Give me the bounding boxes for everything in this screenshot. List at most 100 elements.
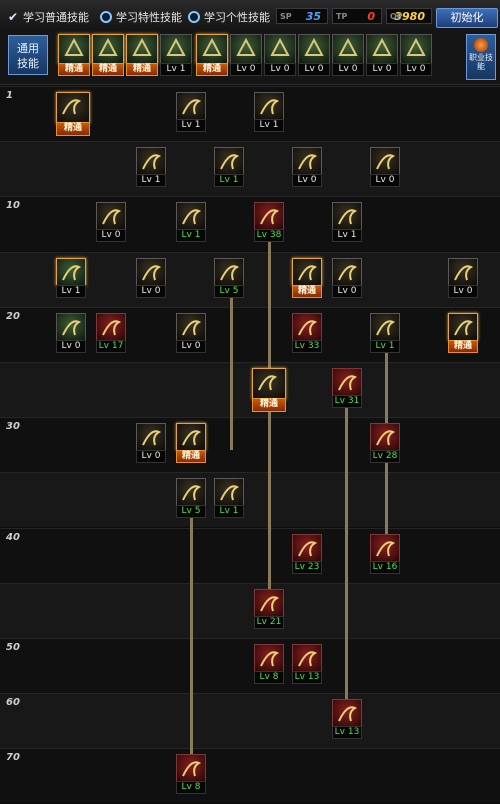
skill-node[interactable]: Lv 31	[332, 368, 362, 412]
skill-node[interactable]: Lv 0	[56, 312, 86, 357]
skill-level-tag: Lv 21	[254, 615, 284, 629]
skill-icon	[292, 533, 322, 562]
hotbar-skill-slot[interactable]: 精通	[92, 34, 124, 78]
prerequisite-line	[345, 392, 348, 727]
hotbar-skill-slot[interactable]: 精通	[58, 34, 90, 78]
hotbar-skill-slot[interactable]: 精通	[196, 34, 228, 78]
skill-node[interactable]: Lv 0	[136, 257, 166, 302]
skill-level-tag: Lv 0	[96, 229, 126, 243]
level-marker: 10	[6, 200, 20, 212]
level-marker: 70	[6, 752, 20, 764]
hotbar-skill-slot[interactable]: Lv 0	[400, 34, 432, 78]
skill-icon	[400, 34, 432, 64]
skill-node[interactable]: Lv 13	[332, 699, 362, 743]
class-skills-tab[interactable]: 职业技能	[466, 34, 496, 80]
skill-node[interactable]: Lv 1	[136, 147, 166, 191]
skill-node[interactable]: Lv 0	[292, 147, 322, 191]
reset-button[interactable]: 初始化	[436, 8, 498, 28]
top-bar: ✔ 学习普通技能 学习特性技能 学习个性技能 SP 35 TP 0 QP 398…	[0, 0, 500, 33]
skill-node[interactable]: Lv 5	[214, 257, 244, 302]
skill-node[interactable]: 精通	[292, 257, 322, 302]
hotbar-skill-slot[interactable]: Lv 1	[160, 34, 192, 78]
row-divider	[0, 251, 500, 253]
skill-node[interactable]: Lv 1	[370, 312, 400, 357]
skill-node[interactable]: Lv 0	[176, 312, 206, 357]
row-divider	[0, 527, 500, 529]
skill-level-tag: Lv 1	[254, 119, 284, 132]
skill-node[interactable]: Lv 1	[214, 478, 244, 522]
skill-icon	[56, 257, 86, 286]
skill-node[interactable]: Lv 1	[176, 202, 206, 246]
skill-icon	[96, 202, 126, 231]
hotbar-skill-slot[interactable]: Lv 0	[366, 34, 398, 78]
skill-node[interactable]: Lv 38	[254, 202, 284, 246]
radio-icon	[100, 11, 112, 23]
skill-level-tag: Lv 13	[292, 671, 322, 684]
skill-icon	[254, 588, 284, 617]
skill-node[interactable]: Lv 0	[370, 147, 400, 191]
skill-icon	[176, 312, 206, 341]
skill-node[interactable]: Lv 0	[136, 423, 166, 467]
skill-node[interactable]: 精通	[56, 92, 90, 136]
qp-counter-label: QP	[390, 12, 403, 21]
skill-node[interactable]: Lv 23	[292, 533, 322, 578]
class-emblem-icon	[474, 38, 488, 52]
skill-icon	[136, 423, 166, 452]
skill-node[interactable]: Lv 33	[292, 312, 322, 357]
skill-node[interactable]: Lv 13	[292, 644, 322, 688]
skill-node[interactable]: Lv 0	[448, 257, 478, 302]
skill-level-tag: Lv 1	[136, 174, 166, 188]
row-divider	[0, 306, 500, 308]
tp-counter-value: 0	[367, 10, 375, 23]
row-divider	[0, 582, 500, 584]
skill-node[interactable]: Lv 1	[332, 202, 362, 246]
level-marker: 50	[6, 642, 20, 653]
skill-node[interactable]: Lv 21	[254, 588, 284, 633]
skill-node[interactable]: Lv 8	[254, 644, 284, 688]
skill-level-tag: Lv 0	[366, 63, 398, 76]
skill-icon	[254, 644, 284, 672]
skill-node[interactable]: Lv 0	[96, 202, 126, 246]
skill-level-tag: Lv 0	[136, 284, 166, 298]
skill-node[interactable]: Lv 17	[96, 312, 126, 357]
mode-general-option[interactable]: ✔ 学习普通技能	[6, 8, 89, 26]
skill-node[interactable]: Lv 1	[176, 92, 206, 136]
skill-icon	[448, 257, 478, 286]
skill-node[interactable]: 精通	[176, 423, 206, 467]
skill-icon	[448, 312, 478, 341]
hotbar-skill-slot[interactable]: Lv 0	[332, 34, 364, 78]
skill-level-tag: Lv 0	[298, 63, 330, 76]
skill-node[interactable]: Lv 16	[370, 533, 400, 578]
class-tab-label: 职业技能	[469, 53, 493, 71]
skill-node[interactable]: Lv 1	[254, 92, 284, 136]
mode-trait-option[interactable]: 学习特性技能	[100, 8, 182, 26]
hotbar-skill-slot[interactable]: Lv 0	[230, 34, 262, 78]
skill-icon	[176, 423, 206, 452]
skill-node[interactable]: Lv 5	[176, 478, 206, 522]
skill-tree: 1 10 20 30 40 50 60 70 精通 Lv 1 Lv 1 Lv 1 Lv 1 Lv 0 Lv …	[0, 86, 500, 804]
skill-node[interactable]: 精通	[252, 368, 286, 412]
hotbar-skill-slot[interactable]: Lv 0	[264, 34, 296, 78]
skill-icon	[254, 92, 284, 120]
skill-node[interactable]: Lv 1	[56, 257, 86, 302]
skill-icon	[160, 34, 192, 64]
row-divider	[0, 638, 500, 639]
skill-node[interactable]: Lv 1	[214, 147, 244, 191]
level-marker: 30	[6, 421, 20, 433]
sp-counter: SP 35	[276, 8, 328, 24]
common-skills-tab[interactable]: 通用 技能	[8, 35, 48, 75]
row-divider	[0, 141, 500, 143]
hotbar-skill-slot[interactable]: 精通	[126, 34, 158, 78]
row-divider	[0, 362, 500, 363]
level-marker: 60	[6, 697, 20, 709]
skill-node[interactable]: 精通	[448, 312, 478, 357]
hotbar-skill-slot[interactable]: Lv 0	[298, 34, 330, 78]
skill-level-tag: Lv 0	[292, 174, 322, 188]
skill-node[interactable]: Lv 28	[370, 423, 400, 467]
skill-icon	[292, 257, 322, 286]
skill-icon	[176, 92, 206, 120]
skill-node[interactable]: Lv 0	[332, 257, 362, 302]
skill-level-tag: Lv 1	[214, 174, 244, 188]
skill-node[interactable]: Lv 8	[176, 754, 206, 798]
mode-personal-option[interactable]: 学习个性技能	[188, 8, 270, 26]
